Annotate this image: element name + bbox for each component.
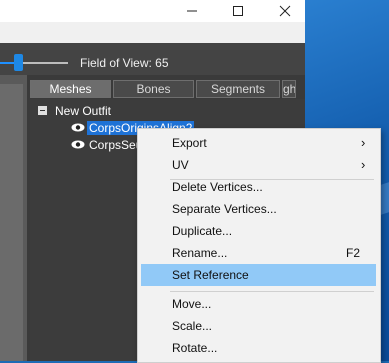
- menu-item-shortcut: F2: [346, 246, 361, 260]
- menu-item-label: Delete Vertices...: [172, 180, 263, 194]
- context-menu: Export › UV › Delete Vertices... Separat…: [137, 128, 381, 363]
- menu-item-uv[interactable]: UV ›: [141, 154, 376, 176]
- tab-overflow[interactable]: gh: [282, 80, 296, 98]
- minimize-button[interactable]: [172, 0, 212, 22]
- tab-segments[interactable]: Segments: [196, 80, 280, 98]
- chevron-right-icon: ›: [361, 157, 366, 172]
- collapse-icon[interactable]: [38, 106, 47, 115]
- maximize-button[interactable]: [218, 0, 258, 22]
- menu-item-move[interactable]: Move...: [141, 293, 376, 315]
- menu-item-label: UV: [172, 158, 189, 172]
- menu-item-label: Rotate...: [172, 341, 218, 355]
- viewport-area[interactable]: [0, 84, 23, 361]
- close-icon: [279, 5, 291, 17]
- tab-bones[interactable]: Bones: [113, 80, 194, 98]
- eye-icon[interactable]: [71, 123, 85, 132]
- menu-item-duplicate[interactable]: Duplicate...: [141, 220, 376, 242]
- menu-item-rotate[interactable]: Rotate...: [141, 337, 376, 359]
- menu-item-label: Separate Vertices...: [172, 202, 277, 216]
- menu-item-label: Export: [172, 136, 207, 150]
- menu-item-label: Scale...: [172, 319, 213, 333]
- tab-meshes[interactable]: Meshes: [30, 80, 111, 98]
- menu-item-scale[interactable]: Scale...: [141, 315, 376, 337]
- menu-item-rename[interactable]: Rename... F2: [141, 242, 376, 264]
- menu-item-export[interactable]: Export ›: [141, 132, 376, 154]
- close-button[interactable]: [265, 0, 305, 22]
- panel-tabs: Meshes Bones Segments gh: [30, 80, 298, 98]
- tree-item[interactable]: CorpsSeu: [89, 137, 137, 153]
- maximize-icon: [233, 6, 243, 16]
- menu-item-label: Duplicate...: [172, 224, 233, 238]
- fov-slider-thumb[interactable]: [14, 54, 23, 71]
- menu-item-label: Set Reference: [172, 268, 249, 282]
- minimize-icon: [187, 10, 197, 12]
- chevron-right-icon: ›: [361, 135, 366, 150]
- eye-icon[interactable]: [71, 140, 85, 149]
- menu-separator: [170, 291, 374, 292]
- title-bar: [0, 0, 305, 22]
- tree-root[interactable]: New Outfit: [55, 103, 111, 119]
- menu-item-separate-vertices[interactable]: Separate Vertices...: [141, 198, 376, 220]
- menu-item-label: Move...: [172, 297, 212, 311]
- menu-item-delete-vertices[interactable]: Delete Vertices...: [141, 176, 376, 198]
- menu-item-label: Rename...: [172, 246, 228, 260]
- menu-item-set-reference[interactable]: Set Reference: [141, 264, 376, 286]
- fov-label: Field of View: 65: [80, 56, 169, 70]
